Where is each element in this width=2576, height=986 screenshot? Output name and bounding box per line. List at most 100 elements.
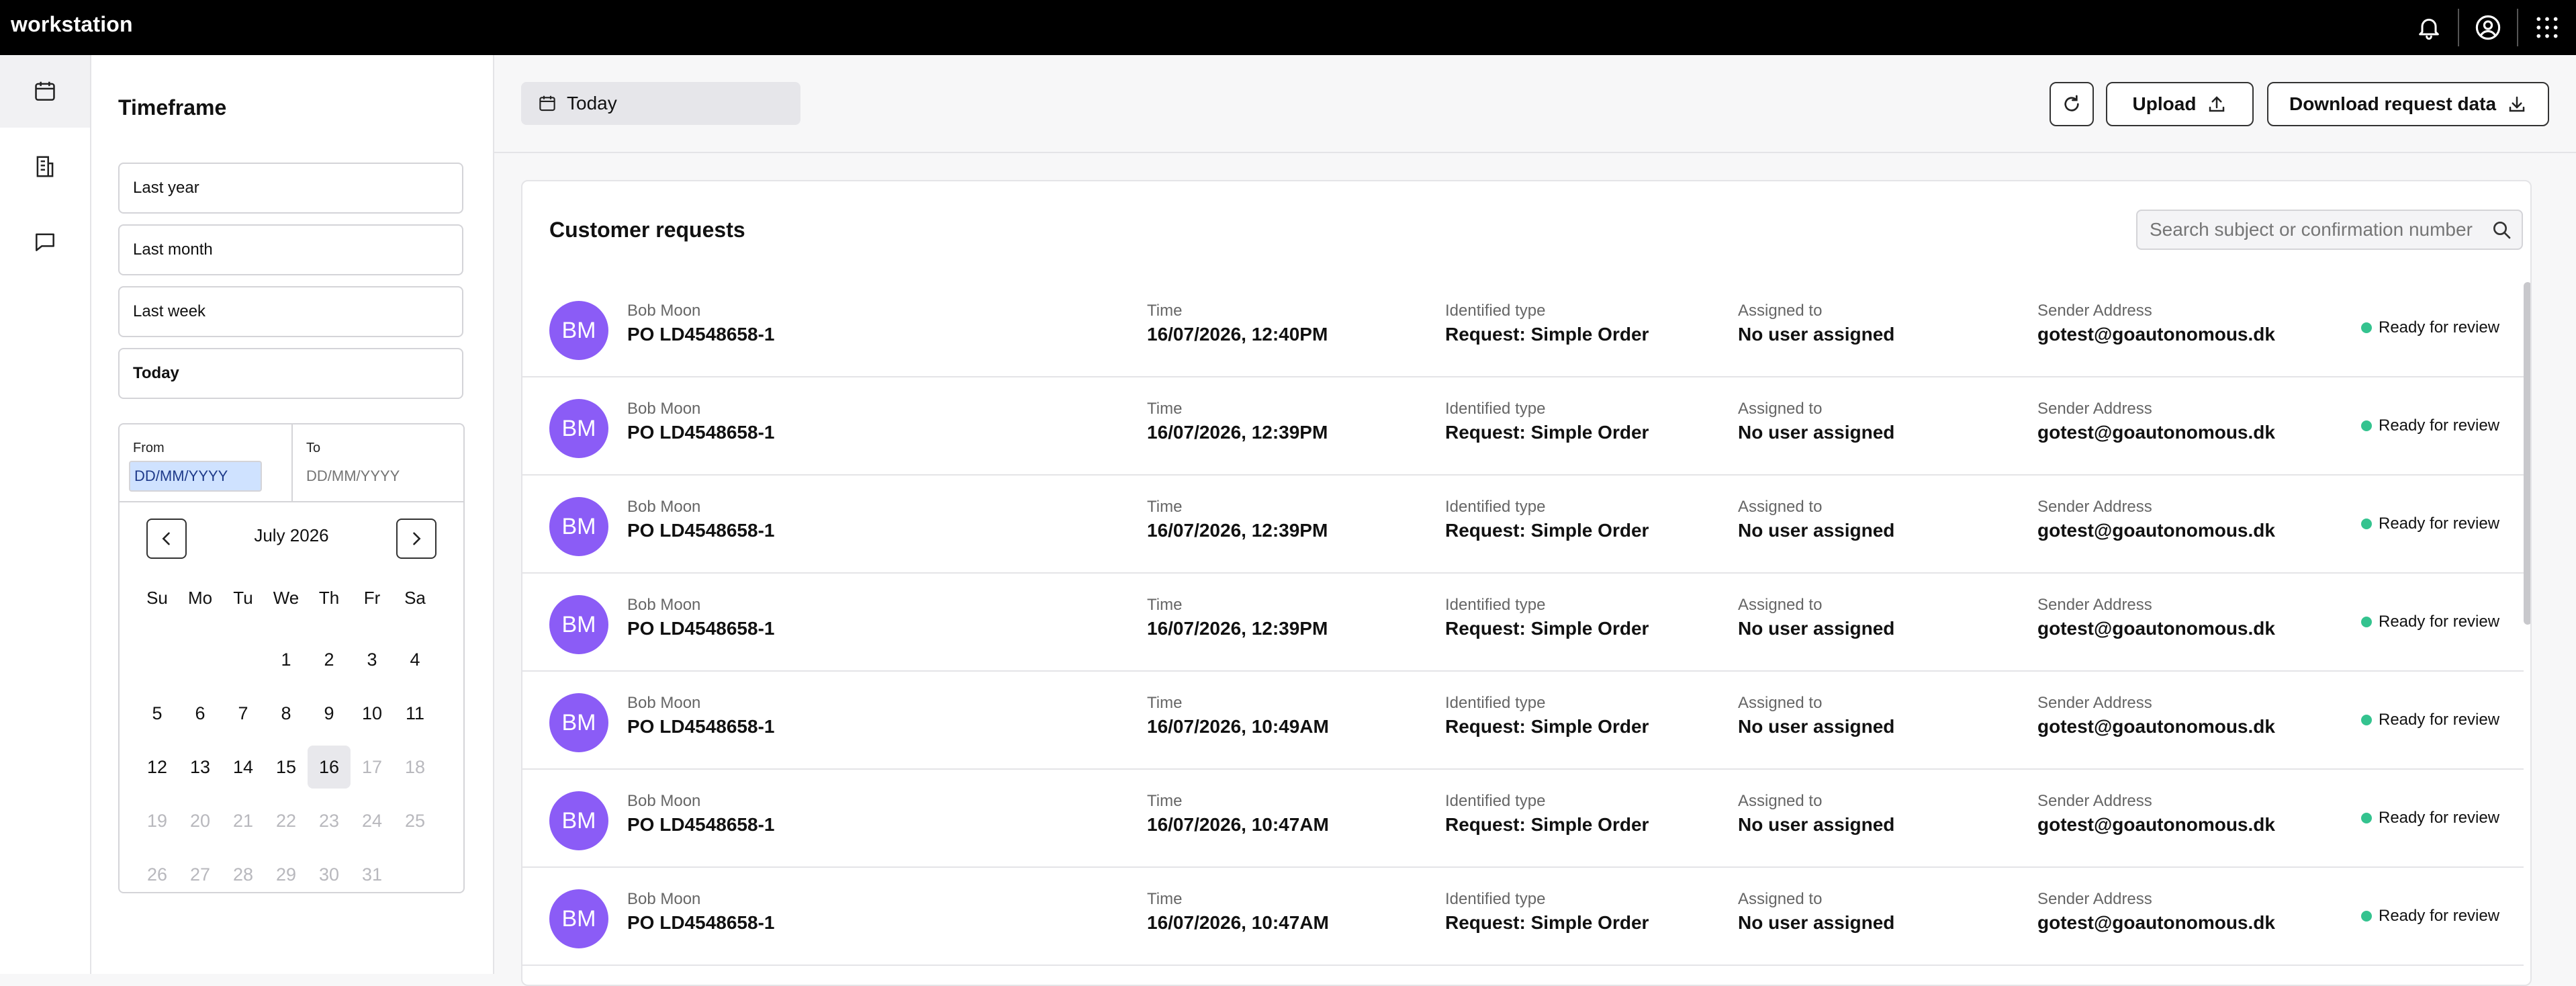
calendar-day: 18	[404, 756, 426, 777]
request-row[interactable]: BM Bob Moon PO LD4548658-1 Time 16/07/20…	[522, 770, 2524, 868]
sender-address-cell: Sender Address gotest@goautonomous.dk	[2037, 399, 2275, 446]
timeframe-last-week[interactable]: Last week	[118, 286, 463, 337]
sender-address-cell: Sender Address gotest@goautonomous.dk	[2037, 693, 2275, 740]
calendar-day[interactable]: 1	[265, 638, 308, 681]
request-subject: PO LD4548658-1	[627, 422, 775, 443]
status-text: Ready for review	[2379, 613, 2500, 631]
timeframe-last-year[interactable]: Last year	[118, 163, 463, 214]
weekday-label: Mo	[187, 587, 213, 608]
calendar-day: 30	[318, 864, 340, 885]
calendar-grid: Su Mo Tu We Th Fr Sa 1 2 3 4 5 6 7 8 9 10 11 12 13 14…	[136, 579, 436, 901]
to-date-input[interactable]	[302, 461, 435, 492]
time-value: 16/07/2026, 10:49AM	[1147, 716, 1329, 737]
assigned-to-cell: Assigned to No user assigned	[1738, 399, 1894, 446]
calendar-day[interactable]: 12	[136, 746, 179, 789]
calendar-day[interactable]: 4	[394, 638, 436, 681]
calendar-day[interactable]: 5	[136, 692, 179, 735]
scrollbar[interactable]	[2524, 282, 2530, 625]
assigned-to-value: No user assigned	[1738, 814, 1895, 835]
next-month-button[interactable]	[396, 519, 436, 559]
time-cell: Time 16/07/2026, 10:47AM	[1147, 791, 1329, 838]
from-date-input[interactable]	[129, 461, 262, 492]
calendar-day: 27	[189, 864, 211, 885]
assigned-to-value: No user assigned	[1738, 716, 1895, 737]
calendar-empty-cell	[179, 633, 222, 686]
requester-name: Bob Moon	[627, 498, 701, 516]
calendar-day[interactable]: 2	[308, 638, 351, 681]
refresh-button[interactable]	[2050, 82, 2094, 126]
nav-rail	[0, 55, 91, 974]
date-range-picker: From To July 2026 Su Mo Tu We Th Fr Sa 1…	[118, 423, 465, 893]
status-badge: Ready for review	[2361, 907, 2499, 926]
bell-icon[interactable]	[2400, 0, 2458, 55]
search-icon[interactable]	[2491, 219, 2512, 240]
identified-type-cell: Identified type Request: Simple Order	[1445, 497, 1649, 544]
time-value: 16/07/2026, 10:47AM	[1147, 912, 1329, 933]
account-icon[interactable]	[2459, 0, 2517, 55]
calendar-day[interactable]: 6	[179, 692, 222, 735]
document-icon	[36, 156, 54, 177]
calendar-day[interactable]: 9	[308, 692, 351, 735]
calendar-day: 31	[361, 864, 383, 885]
customer-requests-title: Customer requests	[549, 218, 745, 242]
avatar: BM	[549, 301, 608, 360]
download-request-data-button[interactable]: Download request data	[2267, 82, 2549, 126]
request-row[interactable]: BM Bob Moon PO LD4548658-1 Time 16/07/20…	[522, 868, 2524, 966]
calendar-day[interactable]: 10	[351, 692, 394, 735]
requester-name: Bob Moon	[627, 792, 701, 810]
assigned-to-value: No user assigned	[1738, 912, 1895, 933]
request-row[interactable]: BM Bob Moon PO LD4548658-1 Time 16/07/20…	[522, 476, 2524, 574]
requester-name: Bob Moon	[627, 302, 701, 320]
calendar-day[interactable]: 3	[351, 638, 394, 681]
assigned-to-label: Assigned to	[1738, 596, 1823, 614]
calendar-day[interactable]: 11	[394, 692, 436, 735]
calendar-day[interactable]: 15	[265, 746, 308, 789]
sender-address-value: gotest@goautonomous.dk	[2037, 520, 2275, 541]
requester: Bob Moon PO LD4548658-1	[627, 595, 774, 642]
search-input[interactable]	[2148, 218, 2487, 241]
calendar-day: 23	[318, 810, 340, 831]
calendar-day[interactable]: 13	[179, 746, 222, 789]
sender-address-label: Sender Address	[2037, 694, 2152, 712]
calendar-empty-cell	[222, 633, 265, 686]
request-row[interactable]: BM Bob Moon PO LD4548658-1 Time 16/07/20…	[522, 279, 2524, 377]
nav-calendar[interactable]	[0, 55, 90, 128]
identified-type-value: Request: Simple Order	[1445, 324, 1649, 345]
calendar-icon	[35, 81, 55, 101]
calendar-day: 19	[146, 810, 168, 831]
status-badge: Ready for review	[2361, 318, 2499, 337]
calendar-day[interactable]: 14	[222, 746, 265, 789]
status-badge: Ready for review	[2361, 809, 2499, 827]
timeframe-last-month[interactable]: Last month	[118, 224, 463, 275]
calendar-day-today[interactable]: 16	[308, 746, 351, 789]
from-label: From	[133, 441, 165, 455]
status-dot	[2361, 322, 2372, 333]
request-row[interactable]: BM Bob Moon PO LD4548658-1 Time 16/07/20…	[522, 574, 2524, 672]
status-dot	[2361, 813, 2372, 823]
date-range-inputs: From To	[120, 424, 463, 502]
from-field-group: From	[120, 424, 291, 501]
date-filter-chip[interactable]: Today	[521, 82, 800, 125]
upload-button[interactable]: Upload	[2106, 82, 2254, 126]
calendar-day: 17	[361, 756, 383, 777]
assigned-to-label: Assigned to	[1738, 400, 1823, 418]
chevron-right-icon	[413, 532, 421, 545]
identified-type-label: Identified type	[1445, 400, 1546, 418]
request-subject: PO LD4548658-1	[627, 716, 775, 737]
status-text: Ready for review	[2379, 711, 2500, 729]
nav-documents[interactable]	[0, 130, 90, 203]
calendar-day[interactable]: 7	[222, 692, 265, 735]
timeframe-today[interactable]: Today	[118, 348, 463, 399]
assigned-to-label: Assigned to	[1738, 890, 1823, 908]
requester-name: Bob Moon	[627, 596, 701, 614]
request-row[interactable]: BM Bob Moon PO LD4548658-1 Time 16/07/20…	[522, 377, 2524, 476]
calendar-day[interactable]: 8	[265, 692, 308, 735]
time-value: 16/07/2026, 10:47AM	[1147, 814, 1329, 835]
time-value: 16/07/2026, 12:39PM	[1147, 520, 1328, 541]
calendar-day: 20	[189, 810, 211, 831]
request-row[interactable]: BM Bob Moon PO LD4548658-1 Time 16/07/20…	[522, 672, 2524, 770]
apps-grid-icon[interactable]	[2518, 0, 2576, 55]
nav-messages[interactable]	[0, 206, 90, 278]
sender-address-cell: Sender Address gotest@goautonomous.dk	[2037, 497, 2275, 544]
upload-label: Upload	[2132, 93, 2197, 114]
